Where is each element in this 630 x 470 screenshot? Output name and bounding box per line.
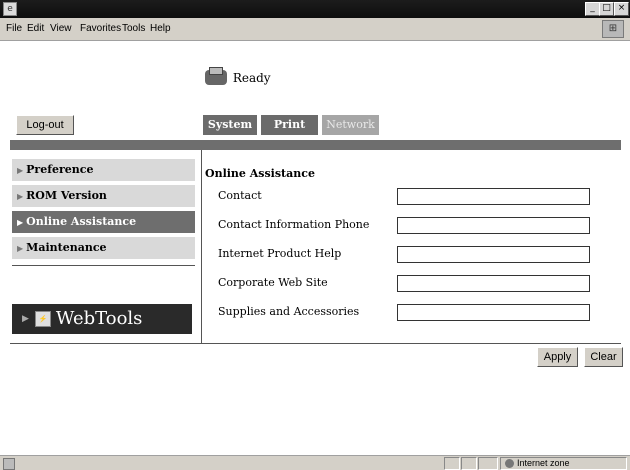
sidebar-item-online-assistance[interactable]: ▶ Online Assistance xyxy=(12,211,195,233)
contact-phone-label: Contact Information Phone xyxy=(218,218,370,231)
sidebar-item-label: ROM Version xyxy=(26,189,107,202)
supplies-input[interactable] xyxy=(397,304,590,321)
sidebar-divider xyxy=(12,265,195,266)
webtools-banner[interactable]: ▶ ⚡ WebTools xyxy=(12,304,192,334)
windows-logo-icon: ⊞ xyxy=(602,20,624,38)
section-title: Online Assistance xyxy=(205,167,315,180)
menu-file[interactable]: File xyxy=(6,23,22,34)
corporate-site-label: Corporate Web Site xyxy=(218,276,328,289)
menu-help[interactable]: Help xyxy=(150,23,171,34)
vertical-divider xyxy=(201,150,202,343)
log-out-button[interactable]: Log-out xyxy=(16,115,74,135)
contact-phone-input[interactable] xyxy=(397,217,590,234)
contact-label: Contact xyxy=(218,189,262,202)
tab-network[interactable]: Network xyxy=(322,115,379,135)
tab-system[interactable]: System xyxy=(203,115,257,135)
fiery-logo-icon: ⚡ xyxy=(34,311,51,327)
close-button[interactable]: × xyxy=(614,2,629,16)
product-help-input[interactable] xyxy=(397,246,590,263)
sidebar-item-label: Online Assistance xyxy=(26,215,137,228)
contact-input[interactable] xyxy=(397,188,590,205)
sidebar-item-preference[interactable]: ▶ Preference xyxy=(12,159,195,181)
sidebar-item-rom-version[interactable]: ▶ ROM Version xyxy=(12,185,195,207)
arrow-right-icon: ▶ xyxy=(17,165,24,175)
printer-status-text: Ready xyxy=(232,70,271,85)
minimize-button[interactable]: _ xyxy=(585,2,600,16)
form-bottom-divider xyxy=(10,343,621,344)
webtools-label: WebTools xyxy=(55,308,143,329)
zone-label: Internet zone xyxy=(517,458,570,468)
maximize-button[interactable]: □ xyxy=(599,2,614,16)
corporate-site-input[interactable] xyxy=(397,275,590,292)
clear-button[interactable]: Clear xyxy=(584,347,623,367)
browser-status-bar: Internet zone xyxy=(0,455,630,470)
sidebar-item-maintenance[interactable]: ▶ Maintenance xyxy=(12,237,195,259)
title-bar: e _ □ × xyxy=(0,0,630,18)
arrow-right-icon: ▶ xyxy=(17,217,24,227)
menu-view[interactable]: View xyxy=(50,23,72,34)
status-panel xyxy=(478,457,498,470)
supplies-label: Supplies and Accessories xyxy=(218,305,360,318)
menu-favorites[interactable]: Favorites xyxy=(80,23,121,34)
browser-app-icon[interactable]: e xyxy=(3,2,17,16)
product-help-label: Internet Product Help xyxy=(218,247,342,260)
arrow-right-icon: ▶ xyxy=(22,314,29,324)
tab-print[interactable]: Print xyxy=(261,115,318,135)
printer-icon xyxy=(205,67,227,85)
sidebar-item-label: Preference xyxy=(26,163,94,176)
apply-button[interactable]: Apply xyxy=(537,347,578,367)
arrow-right-icon: ▶ xyxy=(17,191,24,201)
sidebar-item-label: Maintenance xyxy=(26,241,107,254)
header-divider-bar xyxy=(10,140,621,150)
status-panel xyxy=(461,457,477,470)
status-panel xyxy=(444,457,460,470)
security-zone: Internet zone xyxy=(500,457,627,470)
menu-tools[interactable]: Tools xyxy=(122,23,145,34)
menu-edit[interactable]: Edit xyxy=(27,23,44,34)
arrow-right-icon: ▶ xyxy=(17,243,24,253)
globe-icon xyxy=(505,459,514,469)
printer-status: Ready xyxy=(205,67,271,85)
page-icon xyxy=(3,458,15,470)
menu-bar: File Edit View Favorites Tools Help ⊞ xyxy=(0,18,630,41)
